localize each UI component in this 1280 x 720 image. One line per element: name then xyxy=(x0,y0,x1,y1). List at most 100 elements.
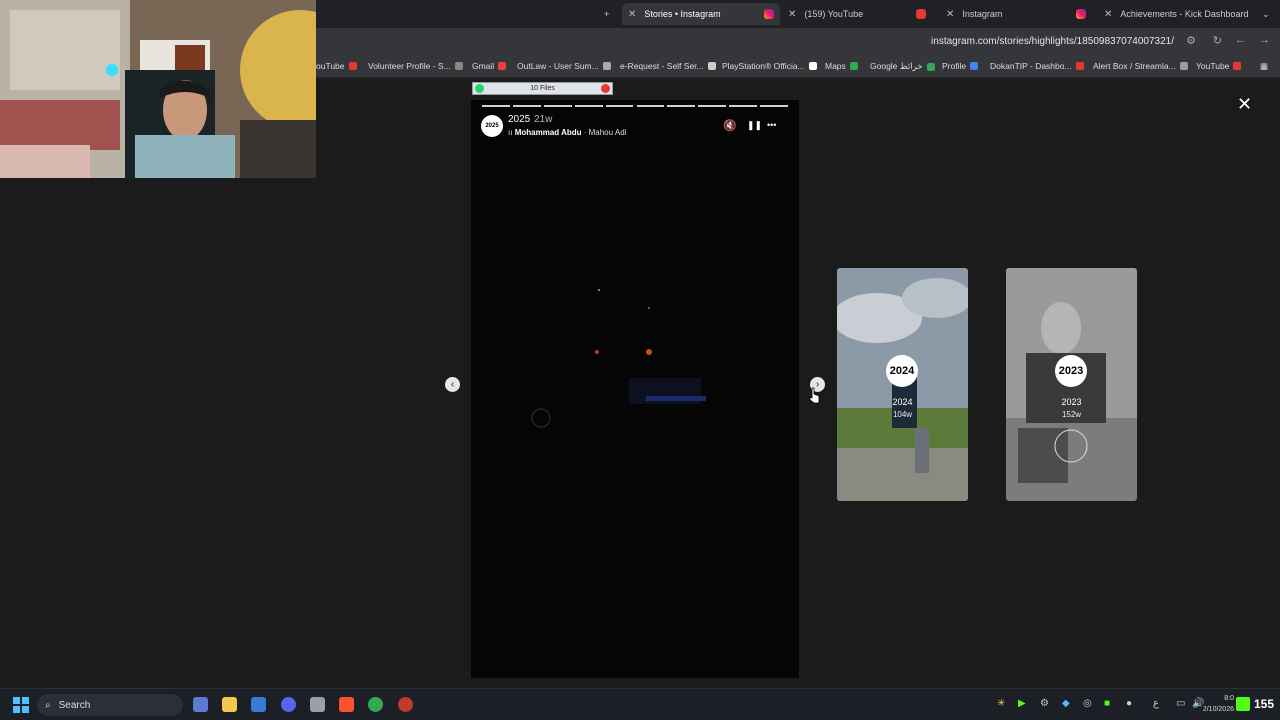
tray-app-icon[interactable]: ✳ xyxy=(997,698,1005,709)
chrome-icon[interactable] xyxy=(368,697,383,712)
bookmark-favicon-icon xyxy=(849,62,858,70)
download-files-bar[interactable]: 10 Files xyxy=(472,82,613,95)
close-icon[interactable] xyxy=(601,84,610,93)
bookmark-favicon-icon xyxy=(1233,62,1242,70)
music-track: · Mahou Adi xyxy=(583,128,627,137)
forward-icon[interactable]: → xyxy=(1259,34,1270,46)
search-label: Search xyxy=(58,699,91,711)
mouse-cursor-icon xyxy=(809,387,820,404)
bookmark-item[interactable]: Alert Box / Streamla... xyxy=(1093,61,1188,71)
tray-shield-icon[interactable]: ◆ xyxy=(1062,698,1070,709)
brave-icon[interactable] xyxy=(339,697,354,712)
bookmark-favicon-icon xyxy=(454,62,463,70)
instagram-icon xyxy=(1076,9,1086,19)
reload-icon[interactable]: ↻ xyxy=(1213,34,1222,47)
tab-label: (159) YouTube xyxy=(804,9,864,19)
highlight-badge: 2023 xyxy=(1055,355,1087,387)
story-title[interactable]: 2025 xyxy=(508,114,530,125)
tab-instagram[interactable]: ✕ Instagram xyxy=(940,3,1092,25)
highlight-title: 2023 xyxy=(1061,397,1082,407)
highlight-age: 104w xyxy=(892,410,913,419)
headphones-icon[interactable]: ◎ xyxy=(1083,698,1092,709)
progress-segment xyxy=(729,105,758,107)
bookmark-favicon-icon xyxy=(970,62,979,70)
url-field[interactable]: instagram.com/stories/highlights/1850983… xyxy=(931,36,1174,47)
close-tab-icon[interactable]: ✕ xyxy=(628,9,636,20)
bookmark-item[interactable]: ouTube xyxy=(316,61,357,71)
bookmark-favicon-icon xyxy=(926,62,935,71)
bookmark-label: OutLaw - User Sum... xyxy=(517,61,599,71)
language-indicator[interactable]: ع xyxy=(1153,698,1159,709)
story-avatar[interactable]: 2025 xyxy=(481,115,503,137)
bookmark-item[interactable]: Google خرائط xyxy=(870,61,935,72)
bookmark-label: PlayStation® Officia... xyxy=(722,61,805,71)
tab-kick-dashboard[interactable]: ✕ Achievements - Kick Dashboard xyxy=(1098,3,1250,25)
story-viewer[interactable]: 2025 2025 21w ıı Mohammad Abdu · Mahou A… xyxy=(471,100,799,678)
bookmark-label: YouTube xyxy=(1196,61,1230,71)
tab-list-button[interactable]: ⌄ xyxy=(1256,3,1276,25)
tray-settings-icon[interactable]: ⚙ xyxy=(1040,698,1049,709)
windows-taskbar: ⌕ Search ✳ ▶ ⚙ ◆ ◎ ■ ● ع ▭ 🔊 8:0 2/10/20… xyxy=(0,688,1280,720)
network-icon[interactable]: ▭ xyxy=(1176,698,1185,709)
music-artist: Mohammad Abdu xyxy=(514,128,582,137)
copilot-icon[interactable] xyxy=(193,697,208,712)
close-tab-icon[interactable]: ✕ xyxy=(788,9,796,20)
tab-stories-instagram[interactable]: ✕ Stories • Instagram xyxy=(622,3,780,25)
bookmark-item[interactable]: DokanTIP - Dashbo... xyxy=(990,61,1084,71)
bookmark-item[interactable]: Gmail xyxy=(472,61,507,71)
site-settings-icon[interactable]: ⚙ xyxy=(1186,34,1196,47)
bookmark-item[interactable]: PlayStation® Officia... xyxy=(722,61,817,71)
bookmark-label: Gmail xyxy=(472,61,495,71)
tab-label: Stories • Instagram xyxy=(644,9,721,19)
bookmark-label: e-Request - Self Ser... xyxy=(620,61,704,71)
discord-icon[interactable] xyxy=(281,697,296,712)
bookmark-item[interactable]: YouTube xyxy=(1196,61,1242,71)
story-video-frame xyxy=(531,289,706,428)
mute-icon[interactable]: 🔇 xyxy=(723,119,737,132)
files-count-label: 10 Files xyxy=(530,85,555,92)
close-tab-icon[interactable]: ✕ xyxy=(946,9,954,20)
tab-label: Instagram xyxy=(962,9,1003,19)
previous-story-button[interactable]: ‹ xyxy=(445,377,460,392)
taskbar-search[interactable]: ⌕ Search xyxy=(37,694,183,716)
bookmark-label: ouTube xyxy=(316,61,345,71)
more-options-icon[interactable]: ••• xyxy=(767,120,776,130)
bookmark-item[interactable]: e-Request - Self Ser... xyxy=(620,61,716,71)
highlight-preview-2023[interactable]: 2023 2023 152w xyxy=(1006,268,1137,501)
highlight-title: 2024 xyxy=(892,397,913,407)
nvidia-icon[interactable]: ■ xyxy=(1104,698,1110,709)
clock-date: 2/10/2026 xyxy=(1202,706,1234,713)
story-music-info[interactable]: ıı Mohammad Abdu · Mahou Adi xyxy=(508,128,626,137)
webcam-image xyxy=(0,0,316,178)
new-tab-button[interactable]: + xyxy=(598,3,615,25)
play-icon[interactable]: ▶ xyxy=(1018,698,1026,709)
system-clock[interactable]: 8:0 2/10/2026 xyxy=(1203,693,1234,715)
bookmark-favicon-icon xyxy=(1179,62,1188,70)
tab-youtube[interactable]: ✕ (159) YouTube xyxy=(782,3,932,25)
pause-icon[interactable]: ❚❚ xyxy=(747,120,762,131)
bookmark-item[interactable]: Maps xyxy=(825,61,858,71)
progress-segment xyxy=(698,105,727,107)
back-icon[interactable]: ← xyxy=(1235,34,1246,46)
all-bookmarks-icon[interactable]: ▦ xyxy=(1260,61,1268,72)
windows-start-icon[interactable] xyxy=(13,697,29,713)
youtube-icon xyxy=(916,9,926,19)
microphone-icon[interactable]: ● xyxy=(1126,698,1132,709)
store-icon[interactable] xyxy=(251,697,266,712)
app-icon[interactable] xyxy=(310,697,325,712)
bookmark-favicon-icon xyxy=(707,62,716,70)
file-explorer-icon[interactable] xyxy=(222,697,237,712)
bookmark-item[interactable]: Volunteer Profile - S... xyxy=(368,61,463,71)
bookmark-item[interactable]: Profile xyxy=(942,61,979,71)
bookmark-item[interactable]: OutLaw - User Sum... xyxy=(517,61,611,71)
tab-label: Achievements - Kick Dashboard xyxy=(1120,9,1249,19)
progress-segment xyxy=(482,105,510,107)
record-app-icon[interactable] xyxy=(398,697,413,712)
close-icon[interactable]: ✕ xyxy=(1237,94,1252,115)
highlight-badge: 2024 xyxy=(886,355,918,387)
progress-segment xyxy=(543,105,572,107)
highlight-age: 152w xyxy=(1061,410,1082,419)
close-tab-icon[interactable]: ✕ xyxy=(1104,9,1112,20)
plus-icon: + xyxy=(604,9,610,19)
highlight-preview-2024[interactable]: 2024 2024 104w xyxy=(837,268,968,501)
